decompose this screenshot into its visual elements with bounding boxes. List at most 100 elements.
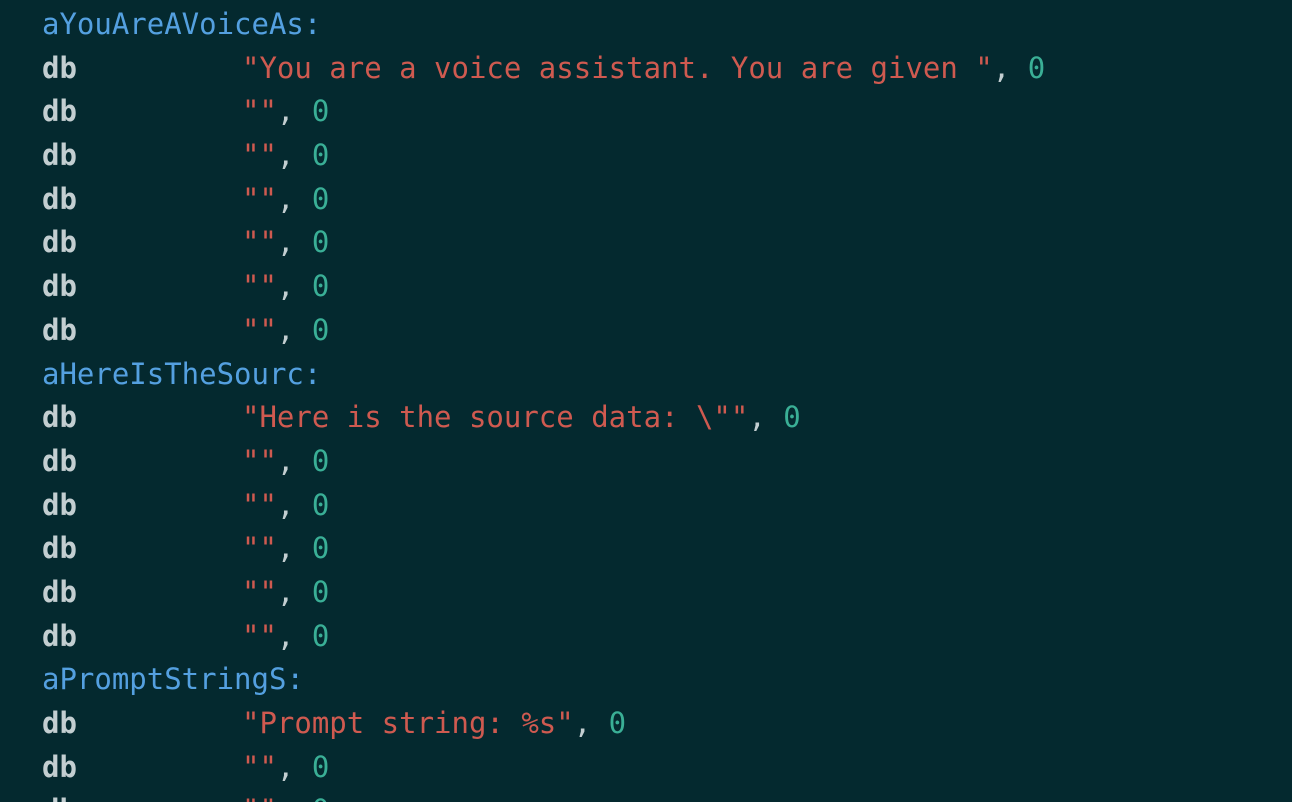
string-literal: "Prompt string: %s" [242, 706, 574, 740]
operand-space [766, 400, 783, 434]
operand-space [294, 488, 311, 522]
numeric-literal: 0 [311, 487, 330, 522]
operand-space [294, 94, 311, 128]
numeric-literal: 0 [1027, 50, 1046, 85]
code-data-line[interactable]: db "Here is the source data: \"", 0 [0, 396, 1292, 440]
code-data-line[interactable]: db "", 0 [0, 134, 1292, 178]
string-literal: "You are a voice assistant. You are give… [242, 50, 993, 85]
operand-separator: , [276, 574, 295, 609]
string-literal: "" [242, 618, 277, 653]
db-directive: db [42, 706, 77, 740]
operand-separator: , [276, 749, 295, 784]
numeric-literal: 0 [311, 138, 330, 173]
string-literal: "" [242, 793, 277, 802]
code-data-line[interactable]: db "Prompt string: %s", 0 [0, 702, 1292, 746]
operand-separator: , [276, 618, 295, 653]
operand-separator: , [276, 487, 295, 522]
numeric-literal: 0 [311, 443, 330, 478]
operand-separator: , [276, 138, 295, 173]
label-name: aPromptStringS [42, 662, 287, 697]
code-data-line[interactable]: db "", 0 [0, 484, 1292, 528]
code-label-line[interactable]: aHereIsTheSourc: [0, 353, 1292, 397]
numeric-literal: 0 [311, 181, 330, 216]
code-data-line[interactable]: db "", 0 [0, 615, 1292, 659]
label-colon: : [286, 662, 304, 697]
db-directive: db [42, 574, 77, 609]
code-data-line[interactable]: db"", 0 [0, 221, 1292, 265]
operand-separator: , [276, 269, 295, 304]
numeric-literal: 0 [311, 225, 330, 260]
code-label-line[interactable]: aYouAreAVoiceAs: [0, 3, 1292, 47]
operand-space [294, 793, 311, 802]
code-label-line[interactable]: aPromptStringS: [0, 658, 1292, 702]
db-directive: db [42, 269, 77, 304]
string-literal: "" [242, 181, 277, 216]
string-literal: "" [242, 269, 277, 304]
db-directive: db [42, 50, 77, 85]
db-directive: db [42, 181, 77, 216]
numeric-literal: 0 [311, 749, 330, 784]
numeric-literal: 0 [608, 706, 627, 740]
operand-space [294, 138, 311, 172]
operand-separator: , [277, 793, 294, 802]
db-directive: db [42, 789, 242, 802]
numeric-literal: 0 [311, 531, 330, 566]
operand-separator: , [276, 181, 295, 216]
label-colon: : [303, 7, 322, 41]
db-directive: db [42, 443, 77, 478]
operand-space [294, 575, 311, 609]
operand-separator: , [276, 312, 295, 347]
operand-separator: , [276, 225, 295, 260]
string-literal: "" [242, 312, 277, 347]
code-data-line[interactable]: db "", 0 [0, 265, 1292, 309]
code-listing[interactable]: aYouAreAVoiceAs: db "You are a voice assis… [0, 3, 1292, 802]
operand-separator: , [276, 443, 295, 478]
db-directive: db [42, 749, 77, 784]
numeric-literal: 0 [311, 94, 330, 129]
db-directive: db [42, 618, 77, 653]
db-directive: db [42, 138, 77, 173]
db-directive: db [42, 531, 77, 566]
db-directive: db [42, 94, 77, 129]
code-data-line[interactable]: db "", 0 [0, 440, 1292, 484]
numeric-literal: 0 [311, 269, 330, 304]
operand-separator: , [573, 706, 592, 740]
code-data-line[interactable]: db"", 0 [0, 789, 1292, 802]
operand-space [294, 444, 311, 478]
code-data-line[interactable]: db "", 0 [0, 178, 1292, 222]
operand-space [294, 619, 311, 653]
string-literal: "" [242, 94, 277, 129]
operand-space [294, 750, 311, 784]
numeric-literal: 0 [311, 574, 330, 609]
db-directive: db [42, 225, 77, 260]
code-data-line[interactable]: db "", 0 [0, 309, 1292, 353]
operand-space [1010, 51, 1027, 85]
string-literal: "" [242, 574, 277, 609]
string-literal: "" [242, 487, 277, 522]
numeric-literal: 0 [311, 618, 330, 653]
operand-separator: , [276, 531, 295, 566]
numeric-literal: 0 [783, 400, 801, 435]
numeric-literal: 0 [312, 793, 329, 802]
string-literal: "" [242, 443, 277, 478]
code-data-line[interactable]: db "", 0 [0, 90, 1292, 134]
code-data-line[interactable]: db "", 0 [0, 571, 1292, 615]
numeric-literal: 0 [311, 312, 330, 347]
operand-separator: , [992, 50, 1011, 85]
operand-space [294, 182, 311, 216]
operand-separator: , [276, 94, 295, 129]
db-directive: db [42, 400, 77, 435]
operand-space [294, 313, 311, 347]
code-editor-viewport[interactable]: aYouAreAVoiceAs: db "You are a voice assis… [0, 0, 1292, 802]
operand-space [294, 225, 311, 259]
code-data-line[interactable]: db"", 0 [0, 746, 1292, 790]
code-data-line[interactable]: db "You are a voice assistant. You are gi… [0, 47, 1292, 91]
operand-space [294, 531, 311, 565]
db-directive: db [42, 312, 77, 347]
db-directive: db [42, 487, 77, 522]
code-data-line[interactable]: db"", 0 [0, 527, 1292, 571]
string-literal: "Here is the source data: \"" [242, 400, 749, 435]
operand-space [294, 269, 311, 303]
string-literal: "" [242, 138, 277, 173]
label-colon: : [303, 356, 322, 391]
